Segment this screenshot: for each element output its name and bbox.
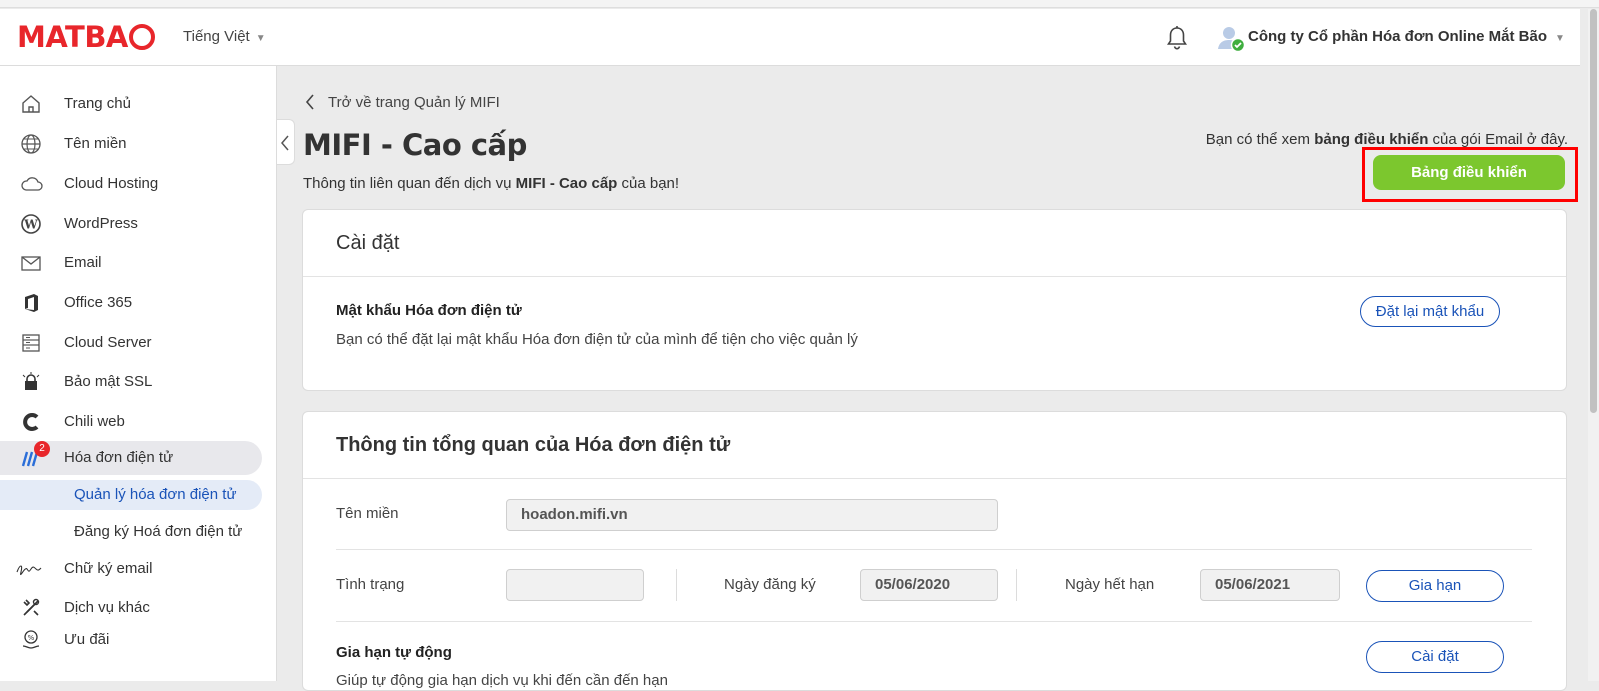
page-scrollbar[interactable]	[1588, 9, 1599, 681]
sidebar-item-dich-vu-khac[interactable]: Dịch vụ khác	[0, 591, 262, 625]
sidebar-subitem-label: Đăng ký Hoá đơn điện tử	[74, 523, 243, 540]
caret-down-icon: ▼	[1555, 33, 1565, 44]
overview-card: Thông tin tổng quan của Hóa đơn điện tử …	[302, 411, 1567, 691]
dashboard-button-highlight: Bảng điều khiển	[1362, 147, 1578, 202]
sidebar-subitem-dang-ky-hoa-don[interactable]: Đăng ký Hoá đơn điện tử	[0, 517, 262, 547]
sidebar-item-label: Bảo mật SSL	[64, 373, 153, 390]
sidebar-item-chili-web[interactable]: Chili web	[0, 405, 262, 439]
wordpress-icon: W	[21, 214, 41, 234]
domain-field: hoadon.mifi.vn	[506, 499, 998, 531]
notification-badge: 2	[34, 441, 50, 457]
status-field	[506, 569, 644, 601]
top-header: MATBA Tiếng Việt ▼ Công ty Cổ phần Hóa đơ…	[0, 9, 1580, 66]
sidebar-item-bao-mat-ssl[interactable]: Bảo mật SSL	[0, 365, 262, 399]
divider	[336, 621, 1532, 622]
sidebar-subitem-quan-ly-hoa-don[interactable]: Quản lý hóa đơn điện tử	[0, 480, 262, 510]
sidebar-item-cloud-hosting[interactable]: Cloud Hosting	[0, 167, 262, 201]
overview-card-header: Thông tin tổng quan của Hóa đơn điện tử	[303, 412, 1566, 479]
status-label: Tình trạng	[336, 576, 405, 593]
renew-button[interactable]: Gia hạn	[1366, 570, 1504, 602]
expiry-date-field: 05/06/2021	[1200, 569, 1340, 601]
password-title: Mật khẩu Hóa đơn điện tử	[336, 302, 522, 319]
divider	[676, 569, 677, 601]
password-description: Bạn có thể đặt lại mật khẩu Hóa đơn điện…	[336, 331, 858, 348]
sidebar-item-label: Dịch vụ khác	[64, 599, 150, 616]
page-title: MIFI - Cao cấp	[303, 128, 527, 162]
scrollbar-thumb[interactable]	[1590, 9, 1597, 413]
divider	[336, 549, 1532, 550]
browser-top-strip	[0, 0, 1599, 8]
chevron-left-icon	[281, 135, 289, 151]
sidebar-item-hoa-don-dien-tu[interactable]: 2 Hóa đơn điện tử	[0, 441, 262, 475]
account-menu[interactable]: Công ty Cổ phần Hóa đơn Online Mắt Bão ▼	[1248, 28, 1565, 45]
domain-label: Tên miền	[336, 505, 399, 522]
chili-icon	[23, 413, 39, 431]
svg-text:W: W	[23, 218, 38, 232]
page-subtitle: Thông tin liên quan đến dịch vụ MIFI - C…	[303, 175, 680, 192]
sidebar-item-label: Ưu đãi	[64, 631, 110, 648]
dashboard-button[interactable]: Bảng điều khiển	[1373, 155, 1565, 190]
user-avatar-icon[interactable]	[1216, 23, 1246, 53]
auto-renew-title: Gia hạn tự động	[336, 644, 452, 661]
sidebar-item-wordpress[interactable]: W WordPress	[0, 207, 262, 241]
language-selector[interactable]: Tiếng Việt ▼	[183, 28, 266, 45]
tools-icon	[23, 598, 40, 616]
registration-date-field: 05/06/2020	[860, 569, 998, 601]
sidebar-item-chu-ky-email[interactable]: Chữ ký email	[0, 552, 262, 586]
sidebar-item-trang-chu[interactable]: Trang chủ	[0, 87, 262, 121]
expiry-date-label: Ngày hết hạn	[1065, 576, 1155, 593]
home-icon	[22, 95, 40, 113]
sidebar-item-label: WordPress	[64, 215, 138, 232]
settings-card-title: Cài đặt	[336, 232, 400, 254]
sidebar-item-label: Chili web	[64, 413, 125, 430]
cloud-icon	[21, 177, 43, 191]
auto-renew-setup-button[interactable]: Cài đặt	[1366, 641, 1504, 673]
sidebar-item-label: Trang chủ	[64, 95, 131, 112]
globe-icon	[21, 134, 41, 154]
sidebar-item-office-365[interactable]: Office 365	[0, 286, 262, 320]
company-name: Công ty Cổ phần Hóa đơn Online Mắt Bão	[1248, 28, 1547, 45]
sidebar-item-label: Cloud Server	[64, 334, 152, 351]
discount-icon: %	[22, 630, 40, 649]
overview-card-title: Thông tin tổng quan của Hóa đơn điện tử	[336, 434, 731, 456]
chevron-left-icon	[305, 94, 314, 110]
bell-icon[interactable]	[1166, 25, 1188, 51]
sidebar-item-label: Chữ ký email	[64, 560, 153, 577]
mail-icon	[21, 256, 41, 271]
sidebar-item-label: Tên miền	[64, 135, 127, 152]
divider	[1016, 569, 1017, 601]
settings-card-header: Cài đặt	[303, 210, 1566, 277]
signature-icon	[16, 565, 42, 576]
sidebar-item-label: Cloud Hosting	[64, 175, 159, 192]
caret-down-icon: ▼	[255, 33, 266, 44]
sidebar-item-uu-dai[interactable]: % Ưu đãi	[0, 623, 262, 657]
sidebar-item-cloud-server[interactable]: Cloud Server	[0, 326, 262, 360]
ssl-lock-icon	[22, 372, 40, 390]
svg-text:%: %	[28, 634, 35, 642]
sidebar-item-label: Office 365	[64, 294, 133, 311]
registration-date-label: Ngày đăng ký	[724, 576, 816, 593]
settings-card: Cài đặt Mật khẩu Hóa đơn điện tử Bạn có …	[302, 209, 1567, 391]
dashboard-note: Bạn có thể xem bảng điều khiển của gói E…	[1205, 131, 1568, 148]
sidebar: Trang chủ Tên miền Cloud Hosting W WordP…	[0, 66, 277, 681]
sidebar-item-label: Hóa đơn điện tử	[64, 449, 174, 466]
reset-password-button[interactable]: Đặt lại mật khẩu	[1360, 296, 1500, 327]
back-link-label: Trở về trang Quản lý MIFI	[328, 94, 500, 111]
sidebar-collapse-toggle[interactable]	[277, 119, 295, 165]
sidebar-subitem-label: Quản lý hóa đơn điện tử	[74, 486, 237, 503]
matbao-logo[interactable]: MATBA	[17, 22, 155, 52]
server-icon	[22, 334, 40, 352]
sidebar-item-label: Email	[64, 254, 102, 271]
language-label: Tiếng Việt	[183, 28, 250, 45]
sidebar-item-email[interactable]: Email	[0, 246, 262, 280]
office-icon	[25, 294, 38, 312]
sidebar-item-ten-mien[interactable]: Tên miền	[0, 127, 262, 161]
